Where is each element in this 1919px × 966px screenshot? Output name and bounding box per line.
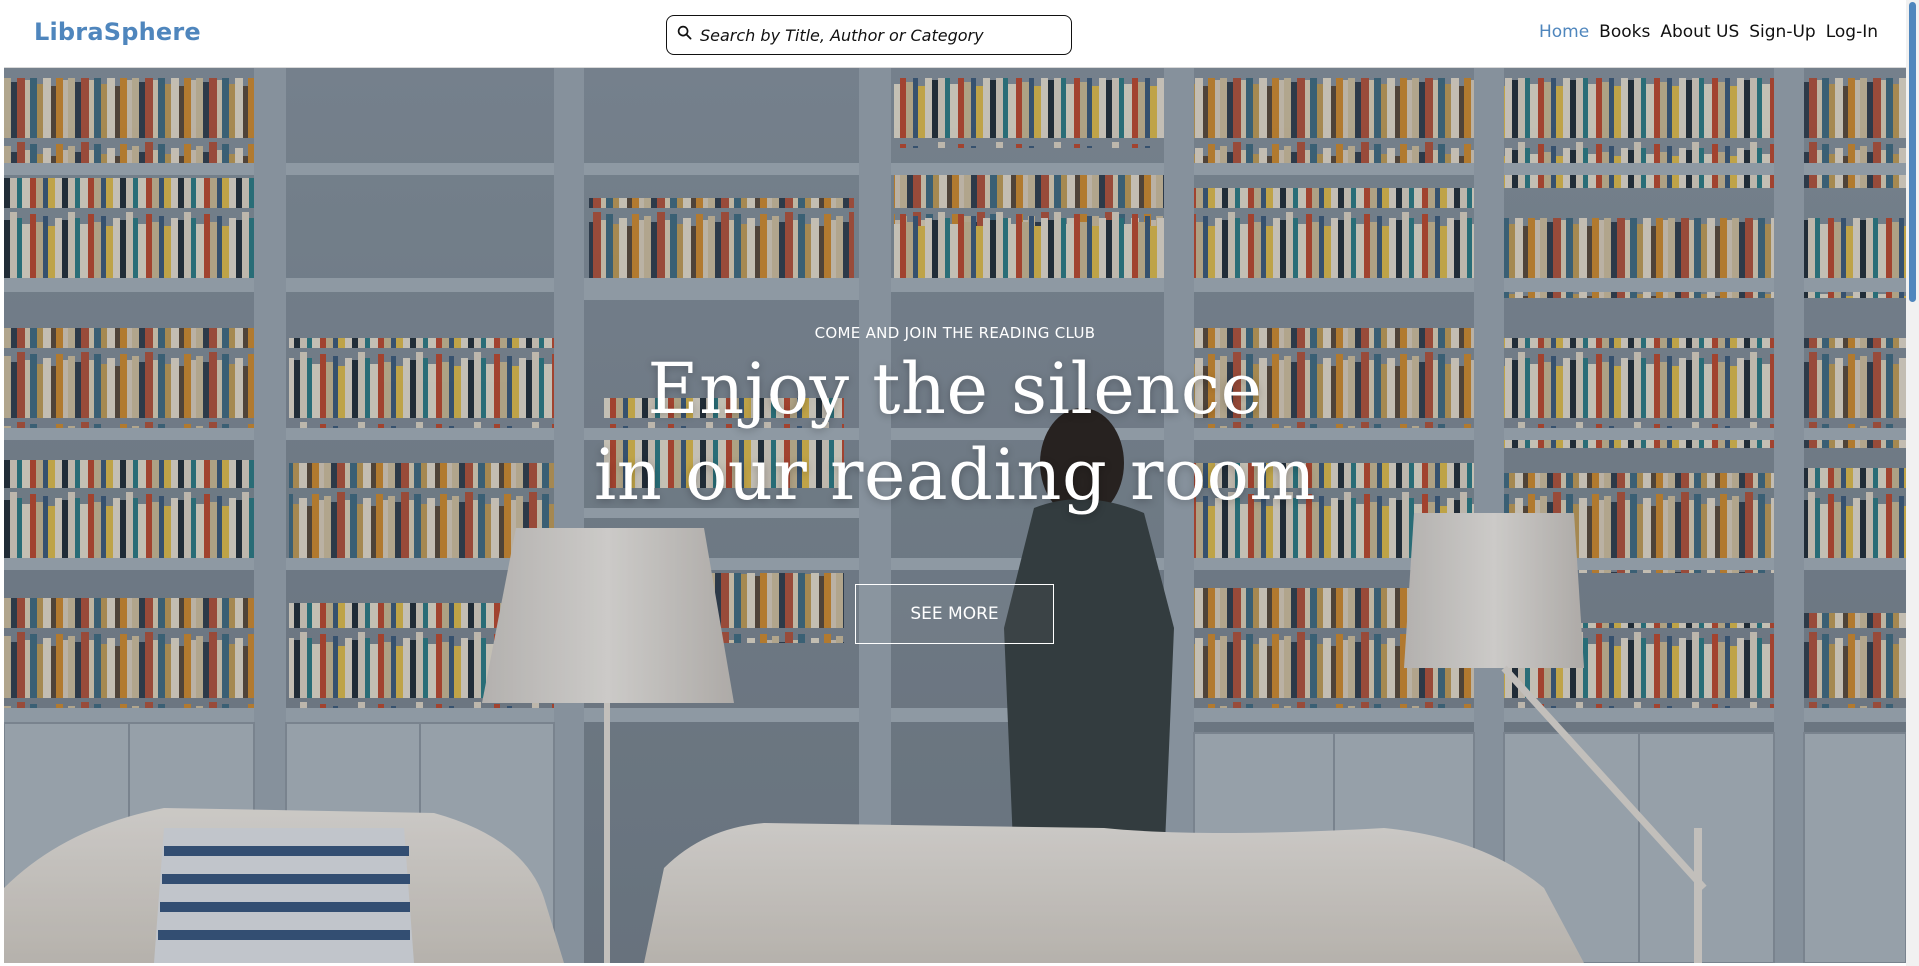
brand-logo[interactable]: LibraSphere <box>34 18 201 46</box>
see-more-button[interactable]: SEE MORE <box>855 584 1054 644</box>
nav-home-link[interactable]: Home <box>1539 22 1589 42</box>
nav-books-link[interactable]: Books <box>1599 22 1650 42</box>
hero-headline-line2: in our reading room <box>593 434 1317 516</box>
nav-about-link[interactable]: About US <box>1660 22 1739 42</box>
nav-signup-link[interactable]: Sign-Up <box>1749 22 1815 42</box>
top-navbar: LibraSphere Home Books About US Sign-Up … <box>4 0 1906 68</box>
hero-kicker: COME AND JOIN THE READING CLUB <box>814 324 1096 342</box>
hero-section: COME AND JOIN THE READING CLUB Enjoy the… <box>4 68 1906 963</box>
main-nav: Home Books About US Sign-Up Log-In <box>1539 22 1878 42</box>
hero-headline-line1: Enjoy the silence <box>647 348 1263 430</box>
search-icon <box>677 25 692 45</box>
search-input[interactable] <box>700 25 1060 45</box>
search-box[interactable] <box>666 15 1072 55</box>
page-scrollbar[interactable] <box>1906 0 1919 966</box>
scrollbar-thumb[interactable] <box>1909 2 1916 302</box>
nav-login-link[interactable]: Log-In <box>1826 22 1878 42</box>
